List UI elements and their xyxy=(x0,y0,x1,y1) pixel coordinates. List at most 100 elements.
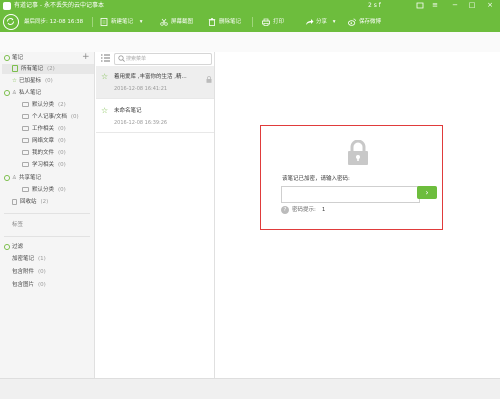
title-bar: 有道记事 - 永不丢失的云中记事本 2 s f ≡ − □ × xyxy=(0,0,500,12)
chevron-right-icon: › xyxy=(425,188,429,197)
sidebar-item-count: (0) xyxy=(70,114,79,120)
new-note-button[interactable]: 新建笔记 ▾ xyxy=(100,16,143,28)
weibo-icon xyxy=(347,18,356,26)
new-note-icon xyxy=(100,17,108,26)
sidebar-item-network-articles[interactable]: 网络文章 (0) xyxy=(22,136,66,146)
list-divider xyxy=(96,132,214,133)
sidebar-item-label: 回收站 xyxy=(20,199,37,205)
sidebar-item-count: (0) xyxy=(58,138,66,144)
sidebar-item-recycle[interactable]: 回收站 (2) xyxy=(12,197,48,207)
sidebar-item-count: (0) xyxy=(44,78,53,84)
question-icon: ? xyxy=(281,206,289,214)
close-icon[interactable]: × xyxy=(485,1,495,10)
save-weibo-button[interactable]: 保存微博 xyxy=(347,16,381,28)
sidebar-divider xyxy=(4,213,90,214)
sidebar-item-with-attachments[interactable]: 包含附件 (0) xyxy=(12,267,46,277)
toolbar-divider xyxy=(92,17,93,27)
pane-header-row xyxy=(0,32,500,53)
screenshot-button[interactable]: 屏幕截图 xyxy=(160,16,193,28)
sidebar-item-count: (1) xyxy=(38,256,46,262)
sidebar-section-tags[interactable]: 标签 xyxy=(12,220,23,230)
sidebar-item-label: 包含附件 xyxy=(12,269,35,275)
user-name[interactable]: 2 s f xyxy=(368,2,381,10)
folder-icon xyxy=(22,150,29,155)
sidebar-item-encrypted[interactable]: 加密笔记 (1) xyxy=(12,254,46,264)
search-icon xyxy=(118,55,125,64)
sidebar-item-label: 个人记事/文档 xyxy=(32,114,67,120)
sidebar-item-count: (2) xyxy=(47,66,55,72)
folder-icon xyxy=(22,187,29,192)
sidebar-item-shared-default[interactable]: 默认分类 (0) xyxy=(22,185,66,195)
toolbar-divider xyxy=(252,17,253,27)
delete-note-button[interactable]: 删除笔记 xyxy=(208,16,241,28)
scissors-icon xyxy=(160,18,168,26)
sidebar-section-label: 过滤 xyxy=(12,244,24,250)
sidebar-section-notes[interactable]: 笔记 xyxy=(4,53,92,63)
toolbar: 最后同步: 12-08 16:38 新建笔记 ▾ 屏幕截图 删除笔记 打印 分享… xyxy=(0,12,500,32)
sidebar-section-private[interactable]: ♙ 私人笔记 xyxy=(4,88,41,98)
submit-password-button[interactable]: › xyxy=(417,186,437,199)
maximize-icon[interactable]: □ xyxy=(467,1,477,10)
sidebar-item-label: 我的文件 xyxy=(32,150,55,156)
sidebar-item-study[interactable]: 学习相关 (0) xyxy=(22,160,66,170)
trash-icon xyxy=(12,198,17,205)
star-icon[interactable]: ☆ xyxy=(101,73,108,81)
list-view-icon[interactable] xyxy=(101,54,110,64)
sync-icon[interactable] xyxy=(3,14,19,30)
sidebar-section-filters[interactable]: 过滤 xyxy=(4,242,23,252)
password-hint-value: 1 xyxy=(321,207,326,213)
sidebar-item-label: 学习相关 xyxy=(32,162,55,168)
sidebar-item-label: 包含图片 xyxy=(12,282,35,288)
sidebar-item-label: 网络文章 xyxy=(32,138,55,144)
skin-icon[interactable] xyxy=(415,1,425,10)
chevron-down-icon[interactable]: ▾ xyxy=(140,19,143,25)
lock-icon xyxy=(347,139,369,166)
sidebar-item-count: (2) xyxy=(58,102,66,108)
sidebar-item-starred[interactable]: ☆ 已加星标 (0) xyxy=(12,76,53,86)
password-input[interactable] xyxy=(281,186,420,203)
sidebar-item-count: (0) xyxy=(58,162,66,168)
print-label: 打印 xyxy=(273,19,285,25)
print-button[interactable]: 打印 xyxy=(262,16,284,28)
add-icon[interactable]: + xyxy=(82,53,90,62)
list-divider xyxy=(96,98,214,99)
sidebar-section-shared[interactable]: ♙ 共享笔记 xyxy=(4,173,41,183)
private-icon xyxy=(4,89,10,96)
sidebar-item-label: 默认分类 xyxy=(32,102,55,108)
search-input[interactable]: 搜索菜单 xyxy=(114,53,212,65)
list-item[interactable]: ☆ 未命名笔记 2016-12-08 16:39:26 xyxy=(96,100,214,132)
menu-icon[interactable]: ≡ xyxy=(430,1,440,10)
sidebar-item-personal-docs[interactable]: 个人记事/文档 (0) xyxy=(22,112,79,122)
sidebar-item-all-notes[interactable]: 所有笔记 (2) xyxy=(2,64,94,74)
star-icon: ☆ xyxy=(12,78,17,84)
password-hint-label: 密码提示: xyxy=(292,207,316,213)
person-icon: ♙ xyxy=(12,90,17,96)
note-date: 2016-12-08 16:41:21 xyxy=(114,86,168,92)
minimize-icon[interactable]: − xyxy=(450,1,460,10)
search-placeholder: 搜索菜单 xyxy=(126,56,147,62)
delete-note-label: 删除笔记 xyxy=(219,19,242,25)
sidebar-item-label: 工作相关 xyxy=(32,126,55,132)
sidebar-item-count: (0) xyxy=(58,150,66,156)
folder-icon xyxy=(22,138,29,143)
sidebar-divider xyxy=(4,236,90,237)
chevron-down-icon[interactable]: ▾ xyxy=(333,19,336,25)
folder-icon xyxy=(22,114,29,119)
sidebar-item-count: (0) xyxy=(38,282,46,288)
trash-icon xyxy=(208,17,216,26)
note-date: 2016-12-08 16:39:26 xyxy=(114,120,168,126)
people-icon: ♙ xyxy=(12,175,17,181)
note-icon xyxy=(12,65,18,72)
share-arrow-icon xyxy=(305,18,314,26)
note-title: 未命名笔记 xyxy=(114,108,142,114)
sidebar-item-count: (0) xyxy=(58,187,66,193)
star-icon[interactable]: ☆ xyxy=(101,107,108,115)
sidebar-item-my-files[interactable]: 我的文件 (0) xyxy=(22,148,66,158)
sidebar-item-with-images[interactable]: 包含图片 (0) xyxy=(12,280,46,290)
share-button[interactable]: 分享 ▾ xyxy=(305,16,336,28)
filter-icon xyxy=(4,243,10,250)
sidebar-item-work[interactable]: 工作相关 (0) xyxy=(22,124,66,134)
list-item[interactable]: ☆ 着用爱库 ,丰富你的生活 ,精... 2016-12-08 16:41:21 xyxy=(96,66,214,98)
note-title: 着用爱库 ,丰富你的生活 ,精... xyxy=(114,74,187,80)
sidebar-item-default-category[interactable]: 默认分类 (2) xyxy=(22,100,66,110)
